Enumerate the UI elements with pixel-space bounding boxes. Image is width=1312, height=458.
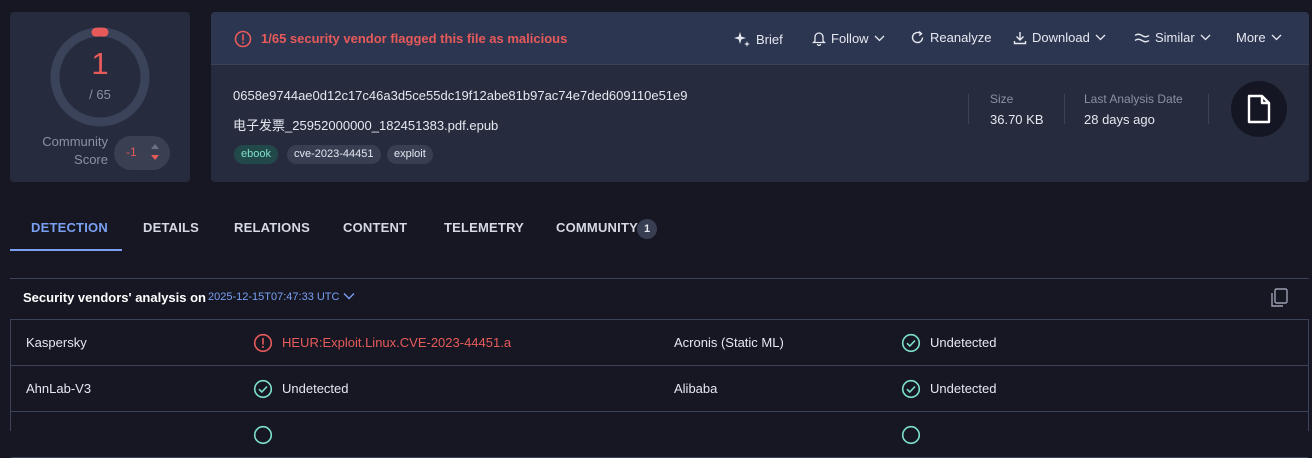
vendor-analysis-section: Security vendors' analysis on 2025-12-15…: [10, 278, 1309, 458]
download-label: Download: [1032, 30, 1090, 45]
download-button[interactable]: Download: [1013, 30, 1106, 45]
vendor-name: AhnLab-V3: [26, 381, 92, 396]
vendor-analysis-header: Security vendors' analysis on 2025-12-15…: [10, 279, 1309, 319]
brief-button[interactable]: Brief: [733, 30, 783, 48]
tag-ebook[interactable]: ebook: [234, 145, 278, 164]
vendor-name: Kaspersky: [26, 335, 87, 350]
tab-detection[interactable]: DETECTION: [31, 206, 108, 250]
more-label: More: [1236, 30, 1266, 45]
vendor-name: Acronis (Static ML): [674, 335, 784, 350]
size-label: Size: [990, 92, 1014, 106]
vote-down-icon[interactable]: [150, 154, 160, 162]
analysis-date-selector[interactable]: 2025-12-15T07:47:33 UTC: [208, 291, 339, 303]
check-circle-icon: [253, 425, 273, 445]
reanalyze-button[interactable]: Reanalyze: [910, 30, 991, 45]
community-score-widget: -1: [114, 136, 170, 170]
check-circle-icon: [253, 379, 273, 399]
info-toolbar: 1/65 security vendor flagged this file a…: [211, 12, 1309, 65]
vote-up-icon[interactable]: [150, 142, 160, 150]
size-value: 36.70 KB: [990, 112, 1044, 127]
chevron-down-icon: [874, 35, 885, 41]
sparkle-icon: [734, 32, 750, 47]
bell-icon: [812, 32, 826, 46]
chevron-down-icon[interactable]: [343, 292, 355, 300]
divider: [1064, 94, 1065, 124]
check-circle-icon: [901, 425, 921, 445]
more-button[interactable]: More: [1236, 30, 1282, 45]
follow-label: Follow: [831, 30, 869, 46]
tab-telemetry[interactable]: TELEMETRY: [444, 206, 524, 250]
tab-relations[interactable]: RELATIONS: [234, 206, 310, 250]
community-score-value: -1: [126, 145, 137, 159]
vendor-result: Undetected: [930, 381, 997, 396]
alert-circle-icon: [253, 333, 273, 353]
active-tab-indicator: [10, 249, 122, 251]
vendor-name: Alibaba: [674, 381, 718, 396]
refresh-icon: [911, 30, 924, 44]
divider: [1208, 94, 1209, 124]
last-analysis-value: 28 days ago: [1084, 112, 1155, 127]
similar-icon: [1134, 33, 1150, 42]
table-row: Kaspersky HEUR:Exploit.Linux.CVE-2023-44…: [11, 320, 1308, 366]
vendor-result[interactable]: HEUR:Exploit.Linux.CVE-2023-44451.a: [282, 335, 511, 350]
vendor-result: Undetected: [930, 335, 997, 350]
vendor-result: Undetected: [282, 381, 349, 396]
table-row: AhnLab-V3 Undetected Alibaba Undetected: [11, 366, 1308, 412]
brief-label: Brief: [756, 31, 783, 47]
file-hash[interactable]: 0658e9744ae0d12c17c46a3d5ce55dc19f12abe8…: [233, 88, 688, 103]
chevron-down-icon: [1271, 34, 1282, 41]
reanalyze-label: Reanalyze: [930, 30, 992, 45]
table-row: [11, 412, 1308, 458]
filetype-badge: [1231, 81, 1287, 137]
malicious-alert-text: 1/65 security vendor flagged this file a…: [261, 31, 568, 46]
detection-count: 1: [91, 46, 109, 81]
tab-community[interactable]: COMMUNITY: [556, 206, 638, 250]
tag-exploit[interactable]: exploit: [387, 145, 433, 164]
copy-icon[interactable]: [1270, 288, 1288, 308]
report-tabs: DETECTION DETAILS RELATIONS CONTENT TELE…: [10, 206, 1309, 252]
chevron-down-icon: [1095, 34, 1106, 41]
divider: [968, 94, 969, 124]
vendor-analysis-title: Security vendors' analysis on: [23, 290, 206, 305]
last-analysis-label: Last Analysis Date: [1084, 92, 1183, 106]
download-icon: [1013, 31, 1027, 44]
tab-details[interactable]: DETAILS: [143, 206, 199, 250]
community-score-label: Community Score: [42, 134, 108, 167]
tab-content[interactable]: CONTENT: [343, 206, 407, 250]
file-info-card: 1/65 security vendor flagged this file a…: [211, 12, 1309, 182]
follow-button[interactable]: Follow: [812, 30, 885, 46]
tag-cve[interactable]: cve-2023-44451: [287, 145, 381, 164]
check-circle-icon: [901, 333, 921, 353]
similar-button[interactable]: Similar: [1134, 30, 1211, 45]
community-count-badge: 1: [637, 219, 657, 239]
document-icon: [1247, 94, 1271, 124]
file-name: 电子发票_25952000000_182451383.pdf.epub: [233, 118, 499, 133]
similar-label: Similar: [1155, 30, 1195, 45]
engines-total: / 65: [89, 87, 111, 102]
chevron-down-icon: [1200, 34, 1211, 41]
vendor-results-table: Kaspersky HEUR:Exploit.Linux.CVE-2023-44…: [10, 319, 1309, 458]
detection-score-card: 1 / 65 Community Score -1: [10, 12, 190, 182]
check-circle-icon: [901, 379, 921, 399]
alert-circle-icon: [234, 30, 252, 48]
